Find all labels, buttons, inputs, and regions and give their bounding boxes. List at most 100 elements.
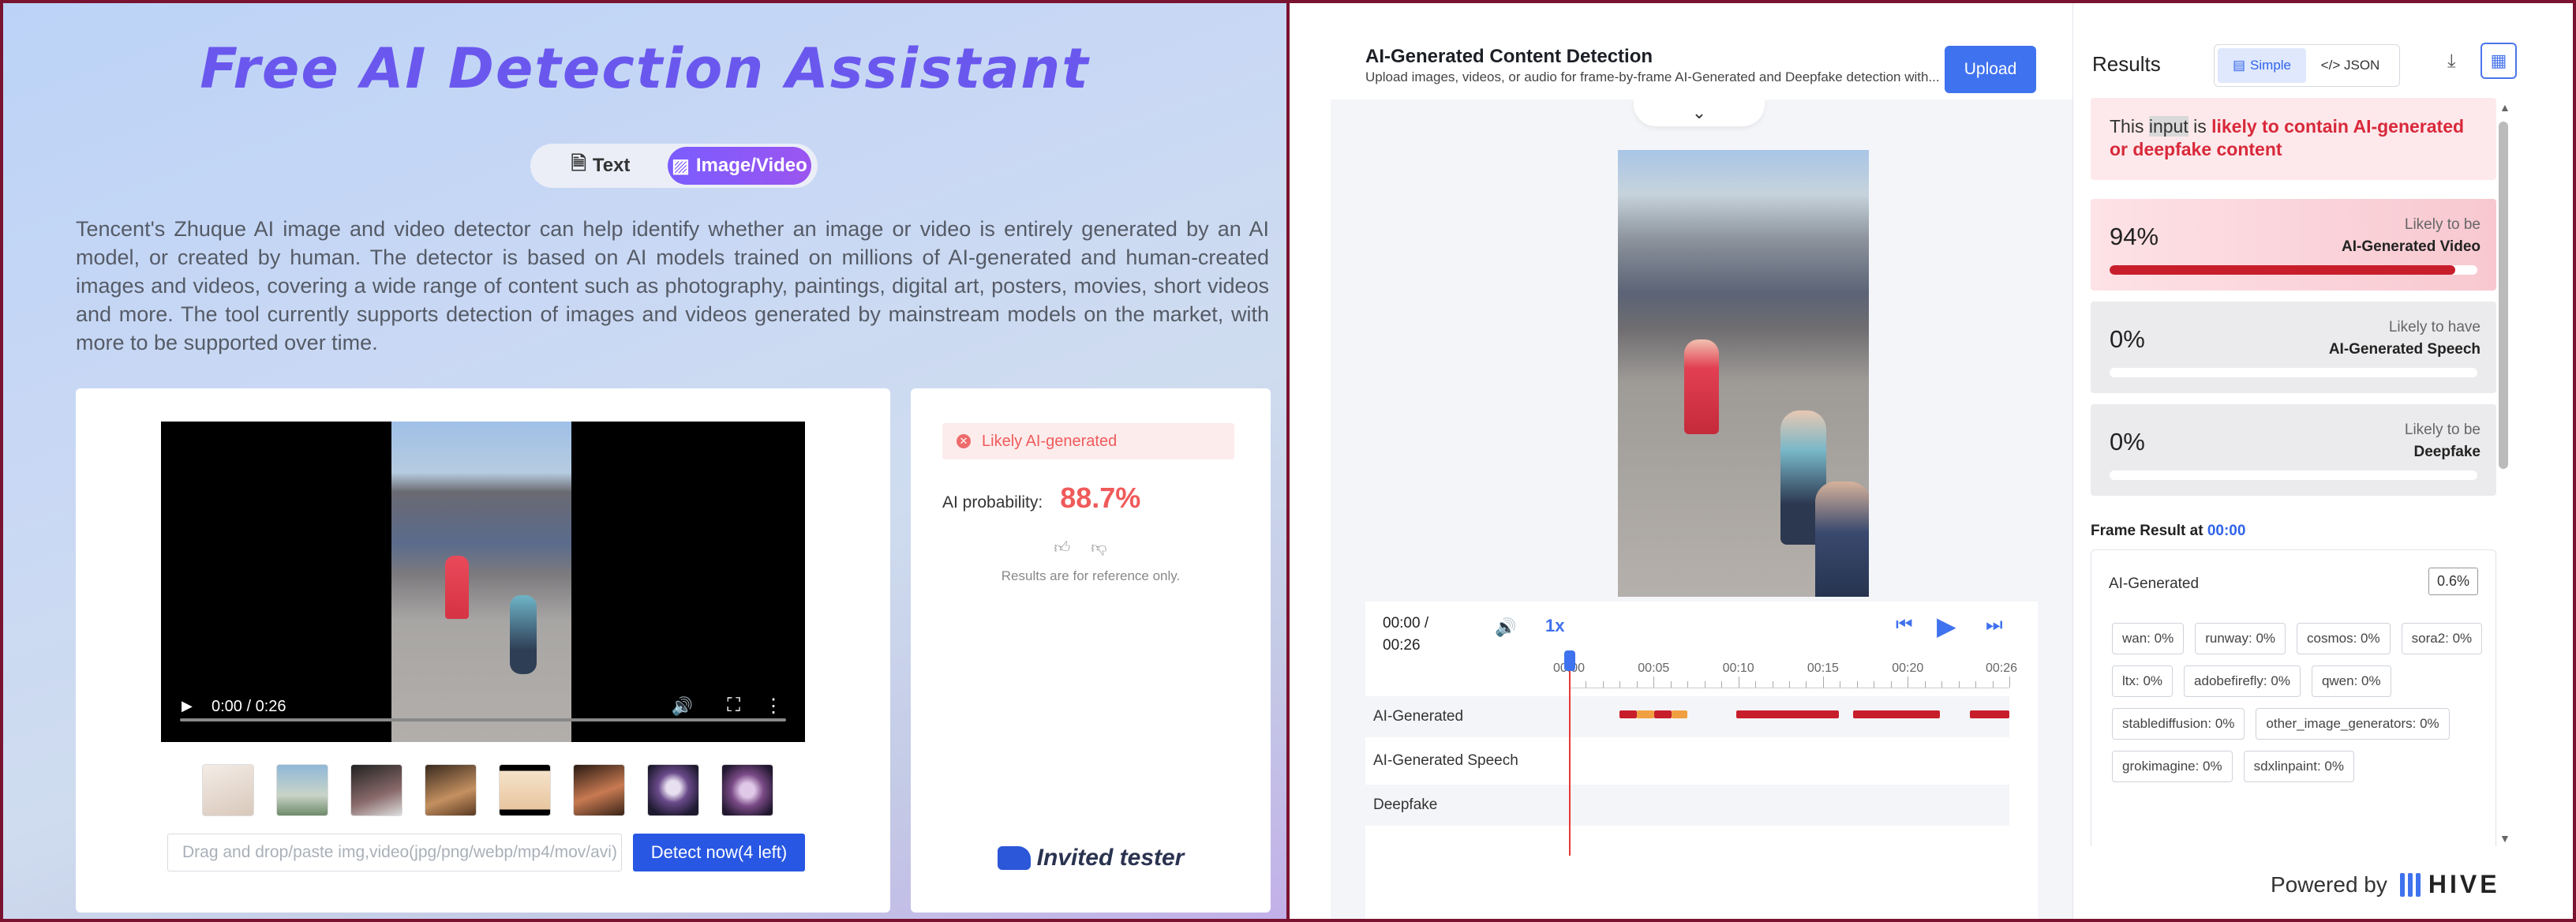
sample-thumbnail[interactable] (276, 764, 328, 816)
ruler-tick (1670, 681, 1672, 688)
detection-segment[interactable] (1970, 710, 2009, 718)
upload-button[interactable]: Upload (1945, 46, 2036, 93)
sample-thumbnail[interactable] (202, 764, 254, 816)
ruler-tick (1924, 681, 1926, 688)
invited-tester: Invited tester (911, 845, 1271, 871)
detection-segment[interactable] (1654, 710, 1672, 718)
ruler-tick-label: 00:10 (1722, 662, 1754, 675)
results-title: Results (2092, 52, 2161, 76)
scrollbar-thumb[interactable] (2499, 122, 2508, 469)
model-chip: sora2: 0% (2401, 623, 2483, 654)
ruler-tick (1755, 681, 1757, 688)
tab-image-video-label: Image/Video (695, 155, 807, 176)
ruler-tick (1653, 677, 1655, 688)
document-icon: 🗎 (571, 152, 586, 174)
ruler-tick (1636, 681, 1638, 688)
ruler-tick-label: 00:05 (1638, 662, 1670, 675)
timeline-player: 00:00 / 00:26 🔊 1x ⏮ ▶ ⏭ 00:0000:0500:10… (1365, 602, 2038, 919)
dropzone-input[interactable]: Drag and drop/paste img,video(jpg/png/we… (167, 834, 622, 871)
results-scroll-area[interactable]: This input is likely to contain AI-gener… (2091, 98, 2496, 846)
play-icon[interactable]: ▶ (182, 698, 193, 714)
tab-text-label: Text (592, 155, 631, 176)
sample-thumbnail[interactable] (573, 764, 625, 816)
layout-icon[interactable]: ▦ (2481, 43, 2517, 79)
play-icon[interactable]: ▶ (1937, 611, 1956, 641)
detection-segment[interactable] (1853, 710, 1940, 718)
verdict-text: is (2188, 116, 2212, 137)
skip-back-icon[interactable]: ⏮ (1896, 614, 1913, 636)
hive-detection-page: AI-Generated Content Detection Upload im… (1290, 3, 2573, 919)
model-chip: runway: 0% (2195, 623, 2286, 654)
metric-label: AI-Generated Video (2342, 238, 2481, 255)
page-title: Free AI Detection Assistant (200, 36, 1090, 101)
video-progress-bar[interactable] (180, 718, 786, 721)
detection-segment[interactable] (1672, 710, 1687, 718)
ruler-tick (1721, 681, 1723, 688)
volume-icon[interactable]: 🔊 (1495, 617, 1516, 638)
metric-value: 0% (2110, 325, 2145, 353)
dancer-figure (445, 556, 469, 619)
results-scrollbar[interactable]: ▲ ▼ (2495, 98, 2512, 846)
thumbs-up-icon[interactable]: 👍︎ (1054, 539, 1091, 557)
player-time-current: 00:00 / (1383, 615, 1429, 632)
video-preview (1618, 150, 1869, 597)
status-badge-label: Likely AI-generated (982, 432, 1118, 450)
metric-ai-speech: 0% Likely to have AI-Generated Speech (2091, 302, 2496, 393)
tab-text[interactable]: 🗎 Text (534, 147, 668, 185)
volume-icon[interactable]: 🔊 (672, 696, 693, 717)
model-chip: ltx: 0% (2112, 665, 2174, 697)
sample-thumbnail[interactable] (647, 764, 699, 816)
ruler-tick (2009, 677, 2010, 688)
detection-segment[interactable] (1736, 710, 1839, 718)
metric-bar (2110, 265, 2477, 275)
ruler-tick (1789, 681, 1790, 688)
ruler-tick (1958, 681, 1960, 688)
detect-now-button[interactable]: Detect now(4 left) (633, 834, 805, 871)
track-ai-generated-speech: AI-Generated Speech (1365, 740, 2009, 781)
sample-thumbnail[interactable] (721, 764, 773, 816)
results-panel: Results ▤ Simple </> JSON ⤓ ▦ This input… (2072, 3, 2573, 919)
model-chip: wan: 0% (2112, 623, 2185, 654)
invited-tester-label: Invited tester (1036, 845, 1185, 871)
ai-probability-value: 88.7% (1060, 482, 1141, 514)
toggle-simple[interactable]: ▤ Simple (2218, 48, 2306, 83)
skip-forward-icon[interactable]: ⏭ (1986, 614, 2003, 636)
video-player[interactable]: ▶ 0:00 / 0:26 🔊 ⛶ ⋮ (161, 422, 805, 742)
chevron-down-icon[interactable]: ⌄ (1634, 99, 1765, 126)
sample-thumbnail[interactable] (350, 764, 402, 816)
header: AI-Generated Content Detection Upload im… (1290, 3, 2072, 99)
ruler-tick (1856, 681, 1858, 688)
player-time: 00:00 / 00:26 (1383, 613, 1428, 657)
spectator-figure (1815, 482, 1869, 597)
download-icon[interactable]: ⤓ (2447, 51, 2456, 73)
detection-segment[interactable] (1637, 710, 1654, 718)
powered-by-label: Powered by (2271, 871, 2387, 897)
reference-note: Results are for reference only. (1001, 568, 1181, 583)
track-label: AI-Generated (1373, 708, 1464, 725)
metric-caption: Likely to be (2404, 216, 2481, 233)
tab-image-video[interactable]: ▨ Image/Video (668, 147, 811, 185)
model-chip: cosmos: 0% (2297, 623, 2391, 654)
playhead-handle[interactable] (1564, 650, 1575, 671)
sample-thumbnail[interactable] (425, 764, 477, 816)
mode-tabs: 🗎 Text ▨ Image/Video (530, 144, 818, 188)
verdict-banner: This input is likely to contain AI-gener… (2091, 98, 2496, 180)
tester-badge-icon (997, 846, 1031, 870)
scroll-up-icon[interactable]: ▲ (2499, 101, 2510, 114)
more-options-icon[interactable]: ⋮ (764, 695, 783, 718)
app-title: AI-Generated Content Detection (1365, 46, 1653, 67)
metric-ai-video: 94% Likely to be AI-Generated Video (2091, 199, 2496, 290)
fullscreen-icon[interactable]: ⛶ (727, 695, 740, 717)
metric-label: AI-Generated Speech (2328, 341, 2481, 358)
app-subtitle: Upload images, videos, or audio for fram… (1365, 69, 1940, 84)
sample-thumbnail[interactable] (499, 764, 551, 816)
timeline-ruler[interactable]: 00:0000:0500:1000:1500:2000:26 (1553, 657, 2017, 688)
detection-segment[interactable] (1619, 710, 1637, 718)
playback-speed[interactable]: 1x (1545, 616, 1564, 636)
scroll-down-icon[interactable]: ▼ (2499, 832, 2510, 845)
thumbs-down-icon[interactable]: 👎︎ (1091, 539, 1127, 557)
model-chip: qwen: 0% (2311, 665, 2391, 697)
dancer-figure (1684, 339, 1719, 434)
toggle-json[interactable]: </> JSON (2306, 48, 2394, 83)
status-badge: ✕ Likely AI-generated (942, 423, 1234, 459)
